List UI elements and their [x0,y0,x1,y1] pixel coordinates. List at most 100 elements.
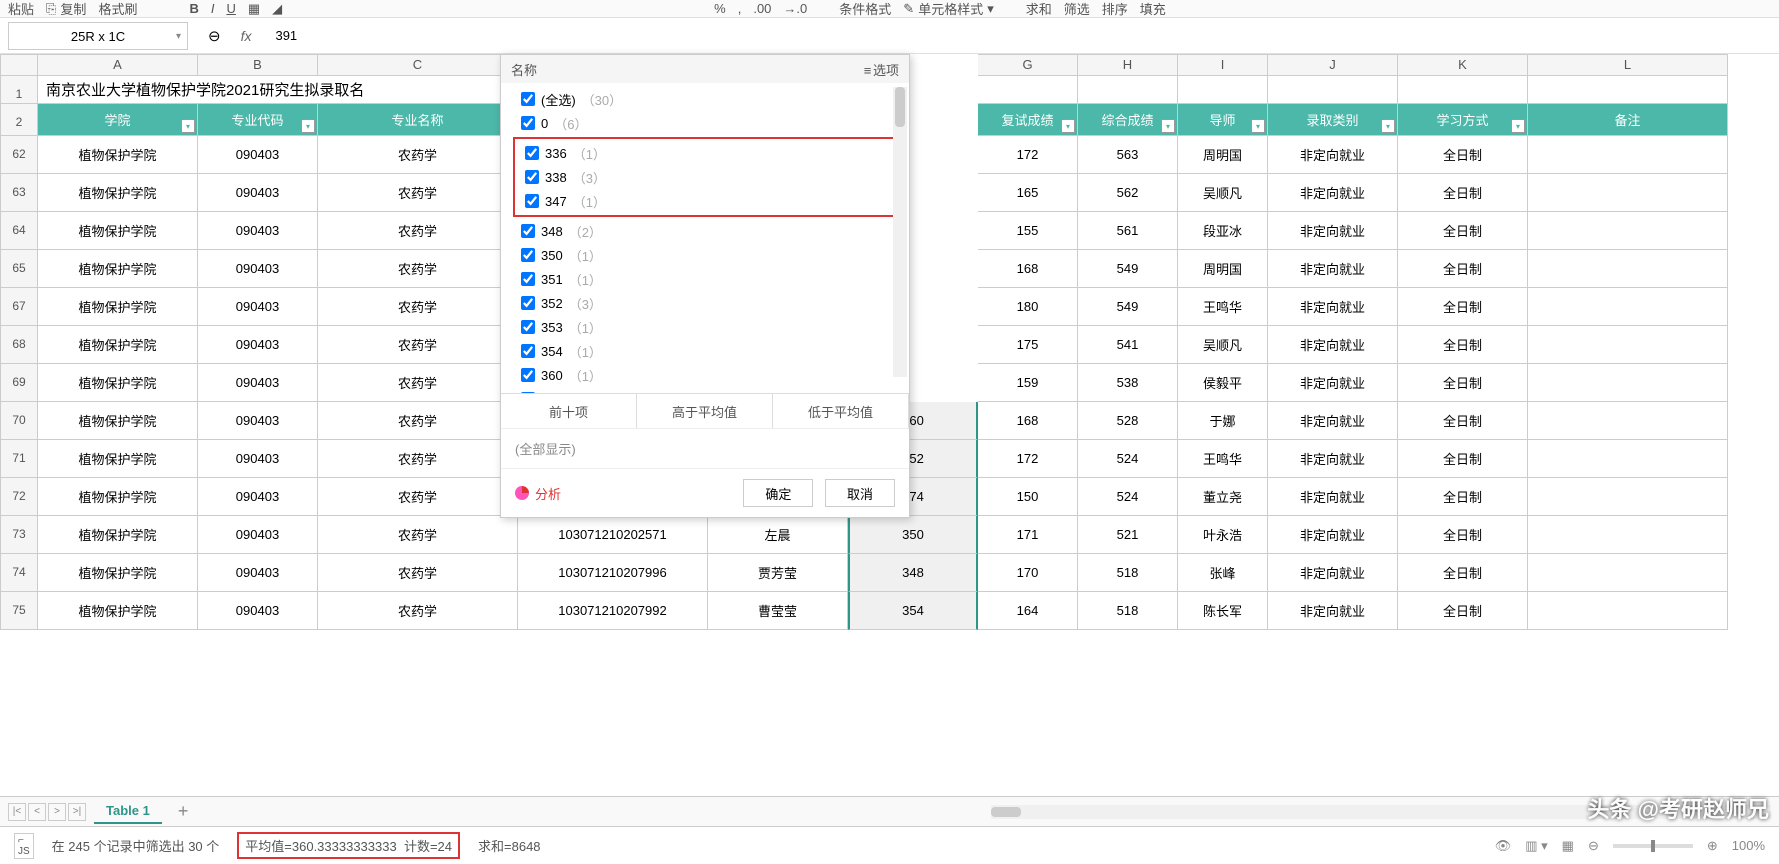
zoom-icon[interactable]: ⊖ [208,27,221,45]
filter-icon[interactable]: ▾ [1251,119,1265,133]
paste-button[interactable]: 粘贴 [8,0,34,18]
cell[interactable]: 全日制 [1398,250,1528,288]
cell[interactable]: 贾芳莹 [708,554,848,592]
cell[interactable]: 植物保护学院 [38,516,198,554]
cell[interactable]: 植物保护学院 [38,288,198,326]
row-header-1[interactable]: 1 [0,76,38,104]
cell[interactable]: 528 [1078,402,1178,440]
zoom-out-icon[interactable]: ⊖ [1588,838,1599,854]
col-header-i[interactable]: I [1178,54,1268,76]
sum-button[interactable]: 求和 [1026,0,1052,18]
cell[interactable] [1528,250,1728,288]
cell[interactable]: 175 [978,326,1078,364]
cell[interactable] [1528,288,1728,326]
row-header[interactable]: 67 [0,288,38,326]
col-header-j[interactable]: J [1268,54,1398,76]
checkbox[interactable] [521,344,535,358]
format-painter-button[interactable]: 格式刷 [98,0,137,18]
copy-button[interactable]: ⎘ 复制 [46,0,86,18]
checkbox[interactable] [525,194,539,208]
cell[interactable]: 王鸣华 [1178,440,1268,478]
fill-button[interactable]: 填充 [1140,0,1166,18]
cell[interactable]: 非定向就业 [1268,592,1398,630]
cell[interactable]: 103071210207996 [518,554,708,592]
cell[interactable]: 090403 [198,250,318,288]
header-advisor[interactable]: 导师▾ [1178,104,1268,136]
conditional-format-button[interactable]: 条件格式 [839,0,891,18]
decimal-dec-button[interactable]: →.0 [783,1,807,16]
bold-button[interactable]: B [189,1,198,16]
row-header[interactable]: 69 [0,364,38,402]
cell[interactable]: 538 [1078,364,1178,402]
zoom-in-icon[interactable]: ⊕ [1707,838,1718,854]
percent-button[interactable]: % [714,1,726,16]
cell[interactable]: 非定向就业 [1268,174,1398,212]
show-all-link[interactable]: (全部显示) [501,428,909,468]
cell[interactable]: 农药学 [318,212,518,250]
cell[interactable]: 103071210207992 [518,592,708,630]
cell[interactable]: 524 [1078,440,1178,478]
cell[interactable]: 植物保护学院 [38,364,198,402]
cell[interactable]: 农药学 [318,136,518,174]
cell[interactable] [1528,516,1728,554]
comma-button[interactable]: , [738,1,742,16]
checkbox[interactable] [521,92,535,106]
cell[interactable]: 155 [978,212,1078,250]
cell[interactable] [1528,592,1728,630]
decimal-inc-button[interactable]: .00 [753,1,771,16]
cell[interactable]: 植物保护学院 [38,326,198,364]
title-cell[interactable]: 南京农业大学植物保护学院2021研究生拟录取名 [38,76,518,104]
zoom-level[interactable]: 100% [1732,838,1765,853]
cell[interactable]: 090403 [198,592,318,630]
cell[interactable]: 348 [848,554,978,592]
header-remark[interactable]: 备注 [1528,104,1728,136]
row-header[interactable]: 63 [0,174,38,212]
cell[interactable]: 董立尧 [1178,478,1268,516]
cell[interactable]: 全日制 [1398,174,1528,212]
cell[interactable]: 农药学 [318,554,518,592]
cell[interactable]: 090403 [198,288,318,326]
filter-item[interactable]: 354（1） [513,339,897,363]
above-avg-button[interactable]: 高于平均值 [637,394,773,428]
filter-item[interactable]: 360（1） [513,363,897,387]
select-all-corner[interactable] [0,54,38,76]
cell[interactable]: 150 [978,478,1078,516]
row-header[interactable]: 73 [0,516,38,554]
cell[interactable]: 350 [848,516,978,554]
cell[interactable]: 叶永浩 [1178,516,1268,554]
cell[interactable]: 090403 [198,364,318,402]
row-header[interactable]: 74 [0,554,38,592]
checkbox[interactable] [521,272,535,286]
filter-item[interactable]: 353（1） [513,315,897,339]
cell[interactable]: 524 [1078,478,1178,516]
cell[interactable]: 090403 [198,326,318,364]
header-college[interactable]: 学院▾ [38,104,198,136]
checkbox[interactable] [521,392,535,393]
filter-item[interactable]: 336（1） [517,141,893,165]
cell[interactable]: 549 [1078,288,1178,326]
row-header[interactable]: 62 [0,136,38,174]
cell[interactable]: 170 [978,554,1078,592]
tab-prev[interactable]: < [28,803,46,821]
cell[interactable]: 563 [1078,136,1178,174]
row-header[interactable]: 64 [0,212,38,250]
layout-icon[interactable]: ▥ ▾ [1525,838,1547,854]
cell[interactable]: 全日制 [1398,592,1528,630]
cell[interactable]: 全日制 [1398,554,1528,592]
cell[interactable]: 农药学 [318,592,518,630]
cell[interactable]: 农药学 [318,288,518,326]
cell[interactable]: 非定向就业 [1268,516,1398,554]
row-header[interactable]: 71 [0,440,38,478]
js-icon[interactable]: ⌐JS [14,833,34,859]
italic-button[interactable]: I [211,1,215,16]
cell[interactable]: 103071210202571 [518,516,708,554]
cell[interactable]: 吴顺凡 [1178,174,1268,212]
cell[interactable]: 全日制 [1398,136,1528,174]
row-header[interactable]: 75 [0,592,38,630]
cell[interactable]: 农药学 [318,478,518,516]
cell[interactable]: 植物保护学院 [38,212,198,250]
cell[interactable]: 于娜 [1178,402,1268,440]
row-header[interactable]: 72 [0,478,38,516]
filter-item[interactable]: 348（2） [513,219,897,243]
cell-style-button[interactable]: ✎ 单元格样式 ▾ [903,0,993,18]
